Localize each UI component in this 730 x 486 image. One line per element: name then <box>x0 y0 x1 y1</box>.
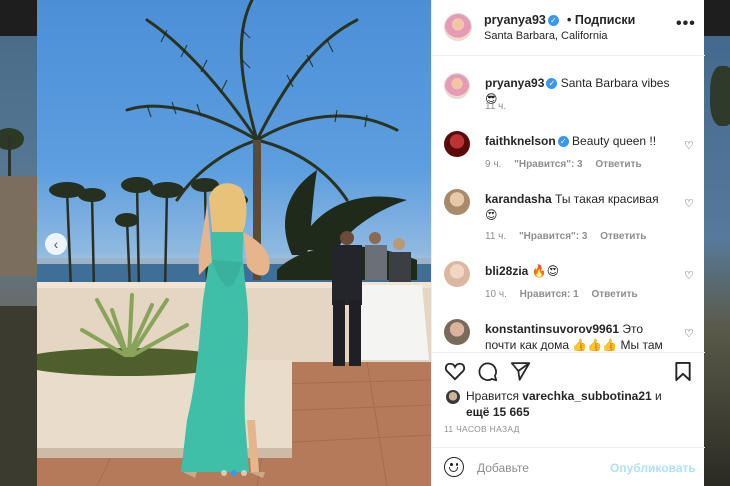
caption-meta: 11 ч. <box>485 101 516 112</box>
like-comment-heart-icon[interactable]: ♡ <box>684 327 694 340</box>
comment-likes[interactable]: "Нравится": 3 <box>519 231 588 242</box>
comment-time: 10 ч. <box>485 289 507 300</box>
comment-text: karandasha Ты такая красивая 😍 <box>485 192 659 222</box>
author-avatar[interactable] <box>444 13 472 41</box>
post-location[interactable]: Santa Barbara, California <box>484 30 608 42</box>
commenter-avatar[interactable] <box>444 261 470 287</box>
comment-time: 11 ч. <box>485 231 507 242</box>
commenter-avatar[interactable] <box>444 131 470 157</box>
author-avatar[interactable] <box>444 73 470 99</box>
author-username[interactable]: pryanya93 ✓ <box>484 13 559 27</box>
like-comment-heart-icon[interactable]: ♡ <box>684 197 694 210</box>
comment-icon[interactable] <box>477 361 498 382</box>
post-side-panel: pryanya93 ✓ • Подписки Santa Barbara, Cal… <box>431 0 705 486</box>
comment-likes[interactable]: Нравится: 1 <box>520 289 579 300</box>
bookmark-icon[interactable] <box>674 361 692 382</box>
comments-list[interactable]: pryanya93 ✓ Santa Barbara vibes 😎 11 ч. f… <box>432 57 705 351</box>
carousel-dots <box>37 470 431 476</box>
carousel-prev-button[interactable]: ‹ <box>45 233 67 255</box>
following-button[interactable]: • Подписки <box>567 13 635 27</box>
comment-username[interactable]: faithknelson <box>485 134 556 148</box>
like-comment-heart-icon[interactable]: ♡ <box>684 269 694 282</box>
verified-badge-icon: ✓ <box>557 136 569 147</box>
action-bar <box>432 352 705 388</box>
carousel-dot <box>221 470 227 476</box>
comment-username[interactable]: karandasha <box>485 192 552 206</box>
comment-composer: Добавьте Опубликовать <box>432 447 705 486</box>
heart-icon[interactable] <box>444 361 466 381</box>
post-header: pryanya93 ✓ • Подписки Santa Barbara, Cal… <box>432 0 705 56</box>
commenter-avatar[interactable] <box>444 319 470 345</box>
comment-text: konstantinsuvorov9961 Это почти как дома … <box>485 322 663 351</box>
caption-username[interactable]: pryanya93 <box>485 76 544 90</box>
reply-button[interactable]: Ответить <box>600 231 646 242</box>
carousel-dot <box>241 470 247 476</box>
more-options-icon[interactable]: ••• <box>676 15 696 33</box>
background-left-photo <box>0 36 37 486</box>
caption-time: 11 ч. <box>485 101 507 112</box>
post-timestamp[interactable]: 11 ЧАСОВ НАЗАД <box>444 424 520 434</box>
comment-meta: 10 ч. Нравится: 1 Ответить <box>485 289 648 300</box>
like-comment-heart-icon[interactable]: ♡ <box>684 139 694 152</box>
verified-badge-icon: ✓ <box>547 15 559 26</box>
publish-button[interactable]: Опубликовать <box>610 461 696 475</box>
comment-meta: 9 ч. "Нравится": 3 Ответить <box>485 159 652 170</box>
reply-button[interactable]: Ответить <box>595 159 641 170</box>
smiley-icon[interactable] <box>444 457 464 477</box>
comment-likes[interactable]: "Нравится": 3 <box>514 159 583 170</box>
comment-text: faithknelson ✓ Beauty queen !! <box>485 134 657 148</box>
comment-meta: 11 ч. "Нравится": 3 Ответить <box>485 231 656 242</box>
comment-input[interactable]: Добавьте <box>477 461 529 475</box>
comment-text: bli28zia 🔥😍 <box>485 264 560 278</box>
chevron-left-icon: ‹ <box>53 236 59 252</box>
liker-avatar <box>446 390 460 404</box>
verified-badge-icon: ✓ <box>546 78 558 89</box>
comment-time: 9 ч. <box>485 159 502 170</box>
comment-username[interactable]: konstantinsuvorov9961 <box>485 322 619 336</box>
comment-username[interactable]: bli28zia <box>485 264 528 278</box>
likes-text: Нравится varechka_subbotina21 и ещё 15 6… <box>466 389 662 419</box>
share-icon[interactable] <box>510 361 531 381</box>
photo-scene <box>37 0 431 486</box>
carousel-dot-active <box>231 470 237 476</box>
commenter-avatar[interactable] <box>444 189 470 215</box>
reply-button[interactable]: Ответить <box>591 289 637 300</box>
post-photo[interactable]: ‹ <box>37 0 431 486</box>
background-right-photo <box>704 36 730 486</box>
liker-username[interactable]: varechka_subbotina21 <box>522 389 651 403</box>
likes-count[interactable]: 15 665 <box>493 405 530 419</box>
